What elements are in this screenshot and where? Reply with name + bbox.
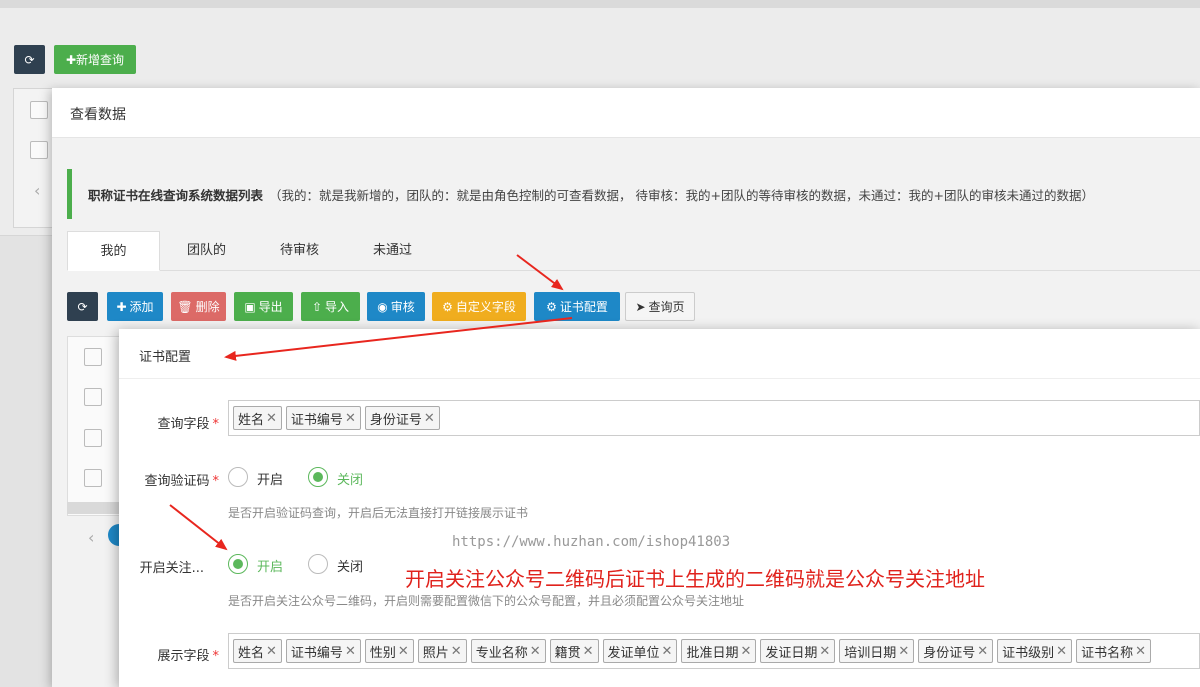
plus-icon: ✚ [116, 299, 127, 314]
tag: 照片 ✕ [417, 639, 467, 663]
tag: 证书编号 ✕ [285, 639, 361, 663]
watermark-url: https://www.huzhan.com/ishop41803 [452, 534, 731, 550]
bg-refresh-button[interactable]: ⟳ [14, 45, 45, 74]
close-icon[interactable]: ✕ [1135, 644, 1146, 659]
tag: 证书名称 ✕ [1076, 639, 1151, 663]
tab-team[interactable]: 团队的 [160, 231, 253, 271]
captcha-label: 查询验证码 * [144, 474, 219, 489]
bg-add-query-button[interactable]: ✚ 新增查询 [54, 45, 136, 74]
notice-title: 职称证书在线查询系统数据列表 [88, 188, 264, 203]
close-icon[interactable]: ✕ [583, 644, 594, 659]
tag: 身份证号 ✕ [918, 639, 994, 663]
tag: 培训日期 ✕ [839, 639, 915, 663]
bg-checkbox[interactable] [30, 141, 48, 159]
notice-desc: （我的：就是我新增的，团队的：就是由角色控制的可查看数据， 待审核：我的+团队的… [269, 188, 1094, 203]
tag: 身份证号 ✕ [364, 406, 440, 430]
display-fields-select[interactable]: 姓名 ✕ 证书编号 ✕ 性别 ✕ 照片 ✕ 专业名称 ✕ 籍贯 ✕ 发证单位 ✕ 批准日期 ✕ … [228, 633, 1200, 669]
notice-box: 职称证书在线查询系统数据列表 （我的：就是我新增的，团队的：就是由角色控制的可查看… [67, 169, 1200, 219]
dialog-header: 查看数据 [52, 88, 1200, 138]
tag: 姓名 ✕ [233, 406, 282, 430]
query-fields-label: 查询字段 * [157, 417, 219, 432]
tag: 性别 ✕ [364, 639, 414, 663]
data-table [67, 336, 127, 516]
add-query-label: 新增查询 [76, 53, 125, 67]
query-fields-select[interactable]: 姓名 ✕ 证书编号 ✕ 身份证号 ✕ [228, 400, 1200, 436]
tag: 证书编号 ✕ [285, 406, 361, 430]
follow-on-label: 开启 [257, 560, 284, 575]
export-button[interactable]: ▣ 导出 [234, 292, 293, 321]
captcha-on-label: 开启 [257, 473, 284, 488]
tab-mine[interactable]: 我的 [67, 231, 160, 271]
background-topbar [0, 0, 1200, 8]
close-icon[interactable]: ✕ [662, 644, 673, 659]
close-icon[interactable]: ✕ [345, 411, 356, 426]
captcha-on-radio[interactable] [228, 467, 248, 487]
tag: 专业名称 ✕ [470, 639, 546, 663]
plus-icon: ✚ [65, 52, 77, 67]
captcha-help: 是否开启验证码查询，开启后无法直接打开链接展示证书 [228, 506, 529, 520]
follow-help: 是否开启关注公众号二维码，开启则需要配置微信下的公众号配置，并且必须配置公众号关… [228, 594, 745, 608]
gears-icon: ⚙ [546, 299, 557, 314]
eye-icon: ◉ [377, 299, 388, 314]
tag: 姓名 ✕ [233, 639, 282, 663]
follow-off-radio[interactable] [308, 554, 328, 574]
annotation-text: 开启关注公众号二维码后证书上生成的二维码就是公众号关注地址 [405, 567, 985, 591]
close-icon[interactable]: ✕ [266, 411, 277, 426]
cert-config-button[interactable]: ⚙ 证书配置 [534, 292, 620, 321]
import-button[interactable]: ⇧ 导入 [301, 292, 360, 321]
close-icon[interactable]: ✕ [424, 411, 435, 426]
close-icon[interactable]: ✕ [345, 644, 356, 659]
delete-button[interactable]: 🗑 删除 [171, 292, 226, 321]
refresh-icon: ⟳ [24, 52, 35, 67]
tag: 批准日期 ✕ [681, 639, 757, 663]
tab-pending[interactable]: 待审核 [253, 231, 346, 271]
chevron-left-icon[interactable]: ‹ [34, 181, 40, 200]
tab-bar: 我的 团队的 待审核 未通过 [67, 231, 1200, 271]
close-icon[interactable]: ✕ [977, 644, 988, 659]
chevron-left-icon[interactable]: ‹ [88, 528, 94, 547]
follow-on-radio[interactable] [228, 554, 248, 574]
table-checkbox[interactable] [84, 469, 102, 487]
tag: 发证单位 ✕ [602, 639, 678, 663]
captcha-off-radio[interactable] [308, 467, 328, 487]
close-icon[interactable]: ✕ [898, 644, 909, 659]
paper-plane-icon: ➤ [635, 299, 646, 314]
tab-rejected[interactable]: 未通过 [346, 231, 439, 271]
add-button[interactable]: ✚ 添加 [107, 292, 163, 321]
export-icon: ▣ [244, 299, 256, 314]
custom-fields-button[interactable]: ⚙ 自定义字段 [432, 292, 526, 321]
display-fields-label: 展示字段 * [157, 649, 219, 664]
cert-config-dialog: 证书配置 查询字段 * 姓名 ✕ 证书编号 ✕ 身份证号 ✕ 查询验证码 * 开启 关闭 … [119, 329, 1200, 687]
query-page-button[interactable]: ➤ 查询页 [625, 292, 695, 321]
table-checkbox[interactable] [84, 429, 102, 447]
close-icon[interactable]: ✕ [266, 644, 277, 659]
dialog-title: 查看数据 [70, 107, 126, 123]
refresh-icon: ⟳ [77, 299, 88, 314]
tag: 证书级别 ✕ [997, 639, 1073, 663]
close-icon[interactable]: ✕ [740, 644, 751, 659]
dialog-title: 证书配置 [139, 350, 192, 365]
table-checkbox[interactable] [84, 388, 102, 406]
table-checkbox[interactable] [84, 348, 102, 366]
close-icon[interactable]: ✕ [530, 644, 541, 659]
follow-label: 开启关注... [139, 561, 204, 576]
upload-icon: ⇧ [311, 299, 323, 314]
table-scrollbar[interactable] [67, 502, 127, 514]
close-icon[interactable]: ✕ [451, 644, 462, 659]
trash-icon: 🗑 [177, 299, 193, 314]
refresh-button[interactable]: ⟳ [67, 292, 98, 321]
gears-icon: ⚙ [442, 299, 453, 314]
captcha-off-label: 关闭 [337, 473, 364, 488]
review-button[interactable]: ◉ 审核 [367, 292, 425, 321]
close-icon[interactable]: ✕ [819, 644, 830, 659]
close-icon[interactable]: ✕ [398, 644, 409, 659]
tag: 籍贯 ✕ [549, 639, 599, 663]
bg-checkbox[interactable] [30, 101, 48, 119]
tag: 发证日期 ✕ [760, 639, 836, 663]
close-icon[interactable]: ✕ [1056, 644, 1067, 659]
follow-off-label: 关闭 [337, 560, 364, 575]
dialog-header: 证书配置 [119, 329, 1200, 379]
